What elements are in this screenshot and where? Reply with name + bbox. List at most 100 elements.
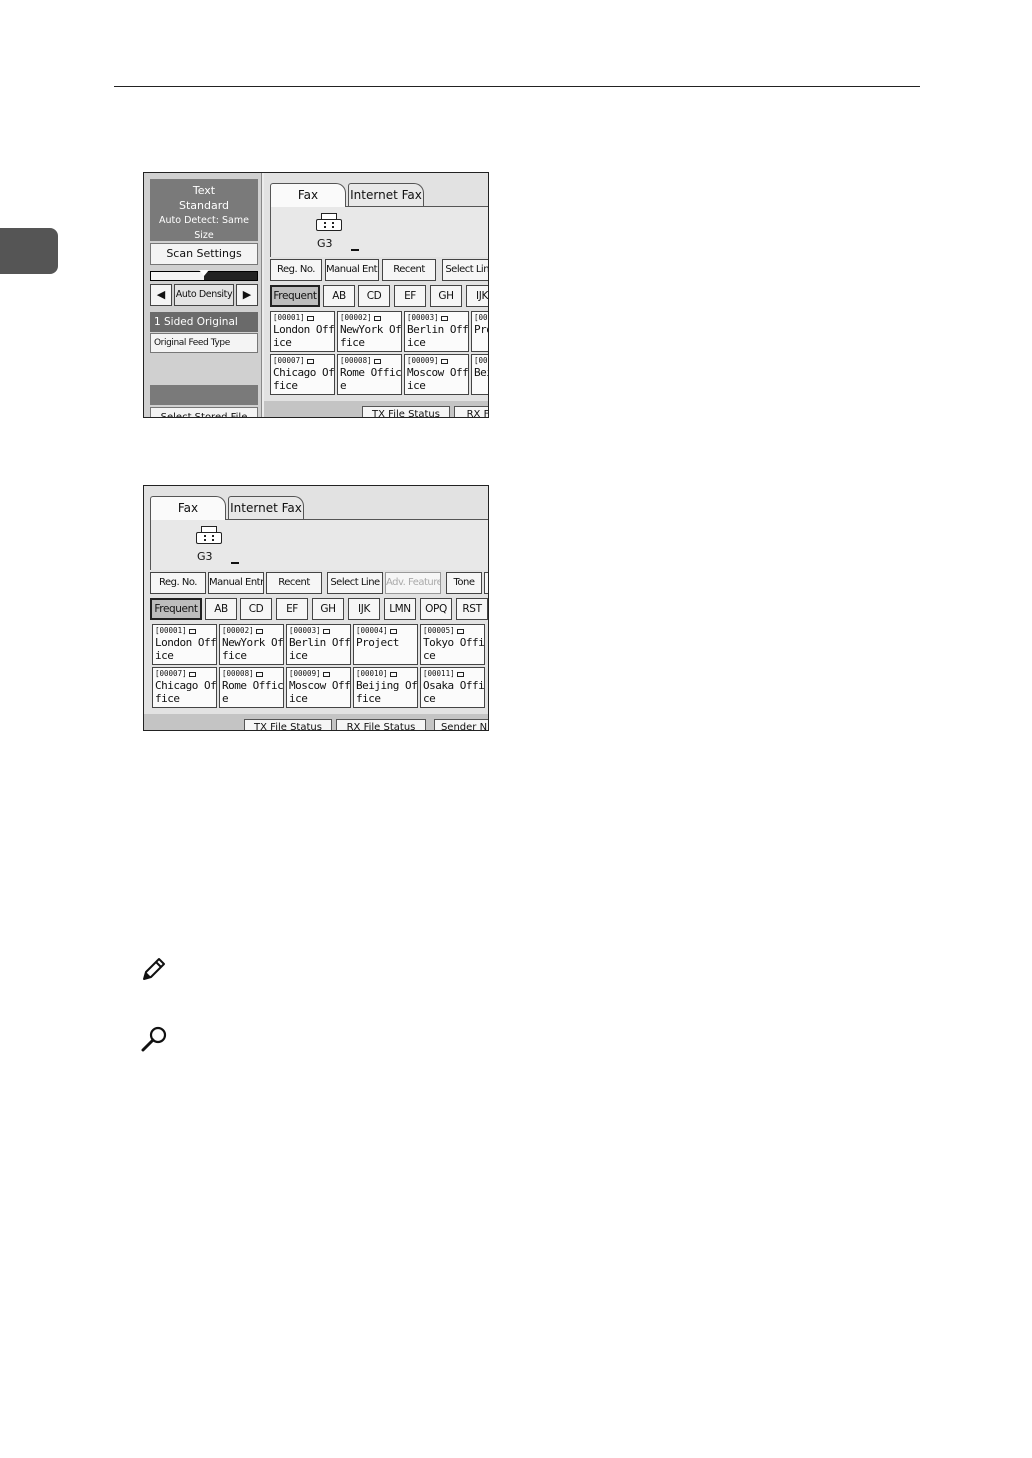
tab-fax[interactable]: Fax (270, 183, 346, 207)
fax-screen-expanded: Fax Internet Fax G3 Reg. No. Manual Entr… (143, 485, 489, 731)
destination-button[interactable]: [00004] Project (353, 624, 418, 665)
index-tab-ef[interactable]: EF (394, 285, 426, 307)
fax-envelope-icon (322, 671, 330, 677)
fax-envelope-icon (440, 315, 448, 321)
adv-features-button: Adv. Features (385, 572, 441, 594)
fax-envelope-icon (255, 671, 263, 677)
fax-envelope-icon (440, 358, 448, 364)
lighter-arrow-button[interactable]: ◀ (150, 284, 172, 306)
select-line-button[interactable]: Select Line (442, 259, 488, 281)
tab-internet-fax[interactable]: Internet Fax (348, 183, 424, 207)
fax-envelope-icon (255, 628, 263, 634)
destination-button[interactable]: [00008] Rome Office (337, 354, 402, 395)
destination-button[interactable]: [00003] Berlin Office (286, 624, 351, 665)
original-feed-type-button[interactable]: Original Feed Type (150, 333, 258, 353)
destination-button[interactable]: [00001] London Office (152, 624, 217, 665)
fax-envelope-icon (188, 628, 196, 634)
destination-button[interactable]: [00009] Moscow Office (404, 354, 469, 395)
scan-type: Text (192, 184, 216, 197)
index-tab-frequent[interactable]: Frequent (270, 285, 320, 307)
fax-machine-icon (316, 213, 342, 231)
destination-button[interactable]: [00010] Beijing Office (353, 667, 418, 708)
stored-file-band (150, 385, 258, 405)
darker-arrow-button[interactable]: ▶ (236, 284, 258, 306)
reg-no-button[interactable]: Reg. No. (150, 572, 206, 594)
scan-settings-panel: Text Standard Auto Detect: Same Size Sca… (144, 173, 262, 417)
destination-button[interactable]: [00009] Moscow Office (286, 667, 351, 708)
chapter-tab (0, 228, 58, 274)
rx-file-status-button[interactable]: RX Fi (454, 406, 488, 417)
fax-envelope-icon (389, 671, 397, 677)
destination-button[interactable]: [00011] Osaka Office (420, 667, 485, 708)
select-stored-file-button[interactable]: Select Stored File (150, 407, 258, 417)
scan-settings-button[interactable]: Scan Settings (150, 243, 258, 265)
destination-display: G3 (150, 520, 488, 570)
recent-button[interactable]: Recent (382, 259, 436, 281)
reg-no-button[interactable]: Reg. No. (270, 259, 322, 281)
density-controls: ◀ Auto Density ▶ (150, 284, 258, 306)
destination-button[interactable]: [0000Pro (471, 311, 488, 352)
status-bar: TX File Status RX Fi (264, 401, 488, 417)
density-fill (151, 272, 204, 280)
tab-fax[interactable]: Fax (150, 496, 226, 520)
select-line-button[interactable]: Select Line (327, 572, 383, 594)
fax-envelope-icon (188, 671, 196, 677)
destination-button[interactable]: [00007] Chicago Office (270, 354, 335, 395)
fax-envelope-icon (306, 315, 314, 321)
destination-button[interactable]: [00002] NewYork Office (219, 624, 284, 665)
density-bar (150, 270, 258, 281)
status-bar: TX File Status RX File Status Sender N (144, 714, 488, 730)
index-tab-gh[interactable]: GH (430, 285, 462, 307)
pencil-icon (143, 958, 165, 980)
index-tab-cd[interactable]: CD (240, 598, 272, 620)
destination-button[interactable]: [00007] Chicago Office (152, 667, 217, 708)
recent-button[interactable]: Recent (266, 572, 322, 594)
index-tab-ab[interactable]: AB (205, 598, 237, 620)
sender-name-button[interactable]: Sender N (434, 719, 488, 730)
index-tab-lmn[interactable]: LMN (384, 598, 416, 620)
fax-envelope-icon (373, 315, 381, 321)
index-tab-frequent[interactable]: Frequent (150, 598, 202, 620)
index-tab-ijk[interactable]: IJK (466, 285, 488, 307)
pause-button[interactable]: P (484, 572, 488, 594)
magnifier-icon (141, 1026, 167, 1052)
fax-envelope-icon (389, 628, 397, 634)
destination-button[interactable]: [00005] Tokyo Office (420, 624, 485, 665)
manual-entry-button[interactable]: Manual Entry (208, 572, 264, 594)
tab-internet-fax[interactable]: Internet Fax (228, 496, 304, 520)
index-tab-ab[interactable]: AB (323, 285, 355, 307)
index-tab-opq[interactable]: OPQ (420, 598, 452, 620)
tx-file-status-button[interactable]: TX File Status (362, 406, 450, 417)
auto-density-button[interactable]: Auto Density (174, 284, 234, 306)
fax-envelope-icon (306, 358, 314, 364)
header-rule (114, 86, 920, 87)
index-tab-gh[interactable]: GH (312, 598, 344, 620)
destination-button[interactable]: [00003] Berlin Office (404, 311, 469, 352)
input-cursor (351, 249, 359, 251)
tx-file-status-button[interactable]: TX File Status (244, 719, 332, 730)
fax-envelope-icon (456, 671, 464, 677)
line-type: G3 (197, 550, 213, 563)
sided-original-button[interactable]: 1 Sided Original (150, 312, 258, 332)
fax-machine-icon (196, 526, 222, 544)
index-tab-rst[interactable]: RST (456, 598, 488, 620)
destination-button[interactable]: [00001] London Office (270, 311, 335, 352)
manual-entry-button[interactable]: Manual Entry (325, 259, 379, 281)
destination-button[interactable]: [00002] NewYork Office (337, 311, 402, 352)
index-tab-ijk[interactable]: IJK (348, 598, 380, 620)
fax-envelope-icon (322, 628, 330, 634)
rx-file-status-button[interactable]: RX File Status (336, 719, 426, 730)
fax-panel: Fax Internet Fax G3 Reg. No. Manual Entr… (144, 486, 488, 730)
scan-resolution: Standard (178, 199, 230, 212)
destination-button[interactable]: [00008] Rome Office (219, 667, 284, 708)
line-type: G3 (317, 237, 333, 250)
destination-button[interactable]: [0001Beifi (471, 354, 488, 395)
input-cursor (231, 562, 239, 564)
index-tab-ef[interactable]: EF (276, 598, 308, 620)
tone-button[interactable]: Tone (446, 572, 482, 594)
fax-panel: Fax Internet Fax G3 Reg. No. Manual Entr… (264, 173, 488, 417)
density-marker (199, 270, 209, 276)
index-tab-cd[interactable]: CD (358, 285, 390, 307)
fax-envelope-icon (456, 628, 464, 634)
scan-settings-summary: Text Standard Auto Detect: Same Size (150, 179, 258, 241)
